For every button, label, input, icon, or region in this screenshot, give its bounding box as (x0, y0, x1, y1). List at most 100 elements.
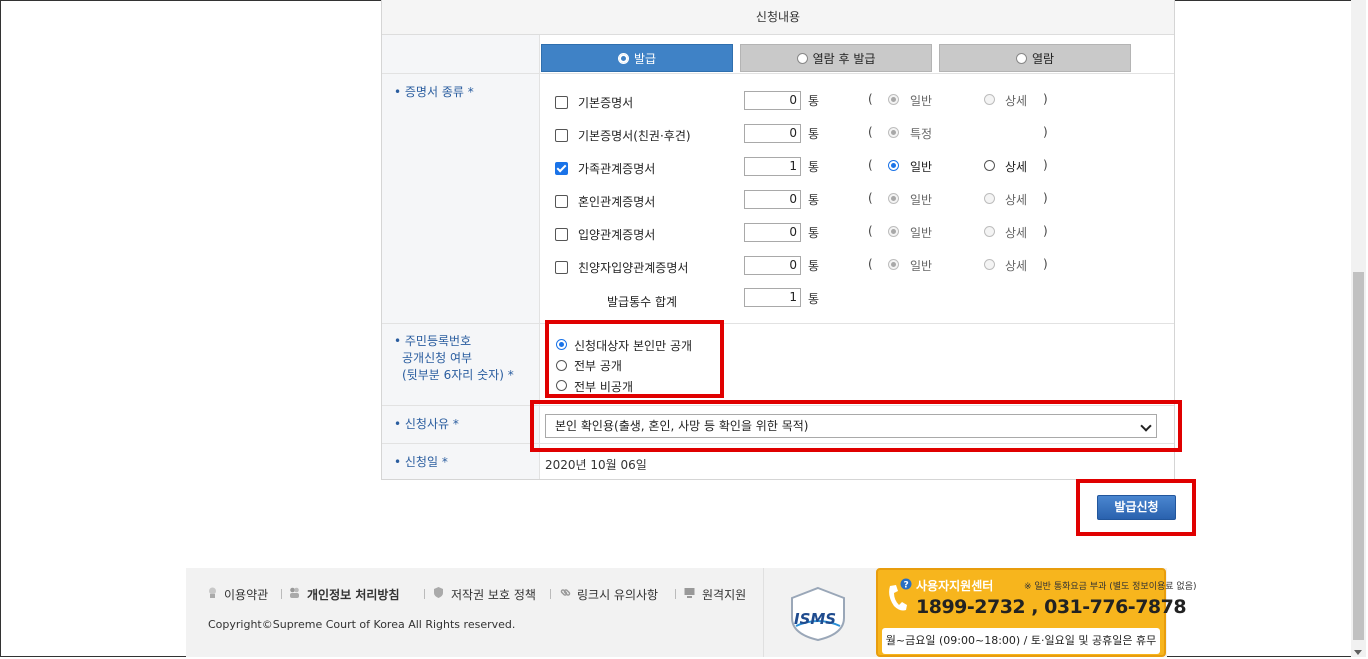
tab-view[interactable]: 열람 (939, 44, 1131, 72)
cert-row: 기본증명서 (555, 93, 755, 113)
paren-open: ( (868, 191, 873, 205)
paren-open: ( (868, 125, 873, 139)
rrn-label-line3: (뒷부분 6자리 숫자) * (402, 368, 514, 382)
cert-qty-input[interactable]: 1 (744, 157, 801, 176)
cert-unit: 통 (808, 193, 820, 207)
cert-unit: 통 (808, 127, 820, 141)
monitor-icon (684, 588, 695, 598)
cert-option1-radio[interactable] (888, 160, 899, 171)
total-unit: 통 (808, 292, 820, 306)
paren-close: ) (1043, 125, 1048, 139)
scroll-down-arrow-icon[interactable] (1354, 650, 1362, 655)
total-qty-field: 1 (744, 288, 801, 307)
cert-option2-label: 상세 (1005, 160, 1028, 174)
cert-checkbox[interactable] (555, 261, 568, 274)
paren-close: ) (1043, 257, 1048, 271)
cert-option2-label: 상세 (1005, 226, 1028, 240)
tab-label: 열람 (1031, 52, 1055, 66)
cert-option2-radio[interactable] (984, 160, 995, 171)
cert-row: 기본증명서(친권·후견) (555, 126, 755, 146)
cert-type-label: • 증명서 종류 * (394, 85, 474, 99)
cert-name: 기본증명서 (578, 96, 634, 110)
cert-qty-input[interactable]: 0 (744, 124, 801, 143)
callcenter-note: ※ 일반 통화요금 부과 (별도 정보이용료 없음) (1024, 582, 1197, 592)
callcenter-title: 사용자지원센터 (916, 579, 994, 593)
callcenter-banner: ? 사용자지원센터 ※ 일반 통화요금 부과 (별도 정보이용료 없음) 189… (876, 568, 1197, 657)
divider (281, 589, 282, 599)
vertical-scrollbar[interactable] (1351, 0, 1366, 657)
cert-row: 가족관계증명서 (555, 159, 755, 179)
cert-qty-input[interactable]: 0 (744, 223, 801, 242)
cert-qty-input[interactable]: 0 (744, 190, 801, 209)
label-column (382, 35, 540, 479)
radio-icon (796, 53, 808, 64)
paren-close: ) (1043, 224, 1048, 238)
issue-request-button[interactable]: 발급신청 (1097, 495, 1176, 520)
section-title: 신청내용 (382, 0, 1174, 35)
tab-label: 열람 후 발급 (812, 52, 876, 66)
tab-issue[interactable]: 발급 (541, 44, 733, 72)
cert-option1-radio[interactable] (888, 193, 899, 204)
cert-option2-label: 상세 (1005, 193, 1028, 207)
cert-option1-radio[interactable] (888, 127, 899, 138)
cert-option1-radio[interactable] (888, 259, 899, 270)
cert-checkbox[interactable] (555, 129, 568, 142)
footer-link-privacy[interactable]: 개인정보 처리방침 (307, 586, 400, 603)
highlight-rrn (545, 320, 724, 398)
cert-option1-label: 일반 (910, 259, 933, 273)
paren-open: ( (868, 158, 873, 172)
footer-link-copyright[interactable]: 저작권 보호 정책 (451, 586, 536, 603)
row-divider (382, 73, 1174, 74)
cert-option2-label: 상세 (1005, 94, 1028, 108)
isms-logo-text: ISMS (794, 610, 837, 628)
cert-option1-label: 일반 (910, 226, 933, 240)
privacy-icon (290, 587, 299, 598)
tab-view-then-issue[interactable]: 열람 후 발급 (740, 44, 932, 72)
shield-icon (434, 587, 443, 598)
cert-checkbox[interactable] (555, 228, 568, 241)
callcenter-phone: 1899-2732 , 031-776-7878 (916, 596, 1187, 618)
paren-close: ) (1043, 158, 1048, 172)
cert-name: 입양관계증명서 (578, 228, 656, 242)
link-icon (560, 589, 571, 596)
cert-option2-radio[interactable] (984, 226, 995, 237)
cert-option2-radio[interactable] (984, 94, 995, 105)
phone-icon: ? (889, 578, 912, 611)
cert-unit: 통 (808, 226, 820, 240)
cert-checkbox[interactable] (555, 162, 568, 175)
cert-option1-label: 일반 (910, 160, 933, 174)
footer-links: 이용약관 개인정보 처리방침 저작권 보호 정책 링크시 유의사항 원격지원 C… (186, 568, 763, 657)
divider (424, 589, 425, 599)
cert-unit: 통 (808, 160, 820, 174)
footer-link-remote-support[interactable]: 원격지원 (702, 586, 746, 603)
footer-link-link-policy[interactable]: 링크시 유의사항 (577, 586, 658, 603)
reason-label: • 신청사유 * (394, 417, 459, 431)
date-label: • 신청일 * (394, 455, 448, 469)
divider (675, 589, 676, 599)
cert-option1-radio[interactable] (888, 226, 899, 237)
copyright-text: Copyright©Supreme Court of Korea All Rig… (208, 618, 516, 631)
cert-option2-radio[interactable] (984, 193, 995, 204)
scrollbar-thumb[interactable] (1353, 272, 1364, 640)
cert-qty-input[interactable]: 0 (744, 91, 801, 110)
cert-checkbox[interactable] (555, 96, 568, 109)
svg-text:?: ? (904, 581, 909, 591)
paren-close: ) (1043, 191, 1048, 205)
cert-option2-radio[interactable] (984, 259, 995, 270)
radio-icon (617, 53, 629, 64)
tab-label: 발급 (633, 52, 657, 66)
cert-name: 혼인관계증명서 (578, 195, 656, 209)
cert-option1-label: 일반 (910, 193, 933, 207)
rrn-label-line1: • 주민등록번호 (394, 334, 472, 348)
paren-open: ( (868, 257, 873, 271)
cert-name: 가족관계증명서 (578, 162, 656, 176)
footer-link-terms[interactable]: 이용약관 (224, 586, 268, 603)
callcenter-hours: 월~금요일 (09:00~18:00) / 토·일요일 및 공휴일은 휴무 (882, 628, 1160, 654)
divider (550, 589, 551, 599)
cert-option1-radio[interactable] (888, 94, 899, 105)
cert-option1-label: 일반 (910, 94, 933, 108)
cert-qty-input[interactable]: 0 (744, 256, 801, 275)
terms-icon (209, 587, 216, 598)
cert-checkbox[interactable] (555, 195, 568, 208)
paren-open: ( (868, 92, 873, 106)
